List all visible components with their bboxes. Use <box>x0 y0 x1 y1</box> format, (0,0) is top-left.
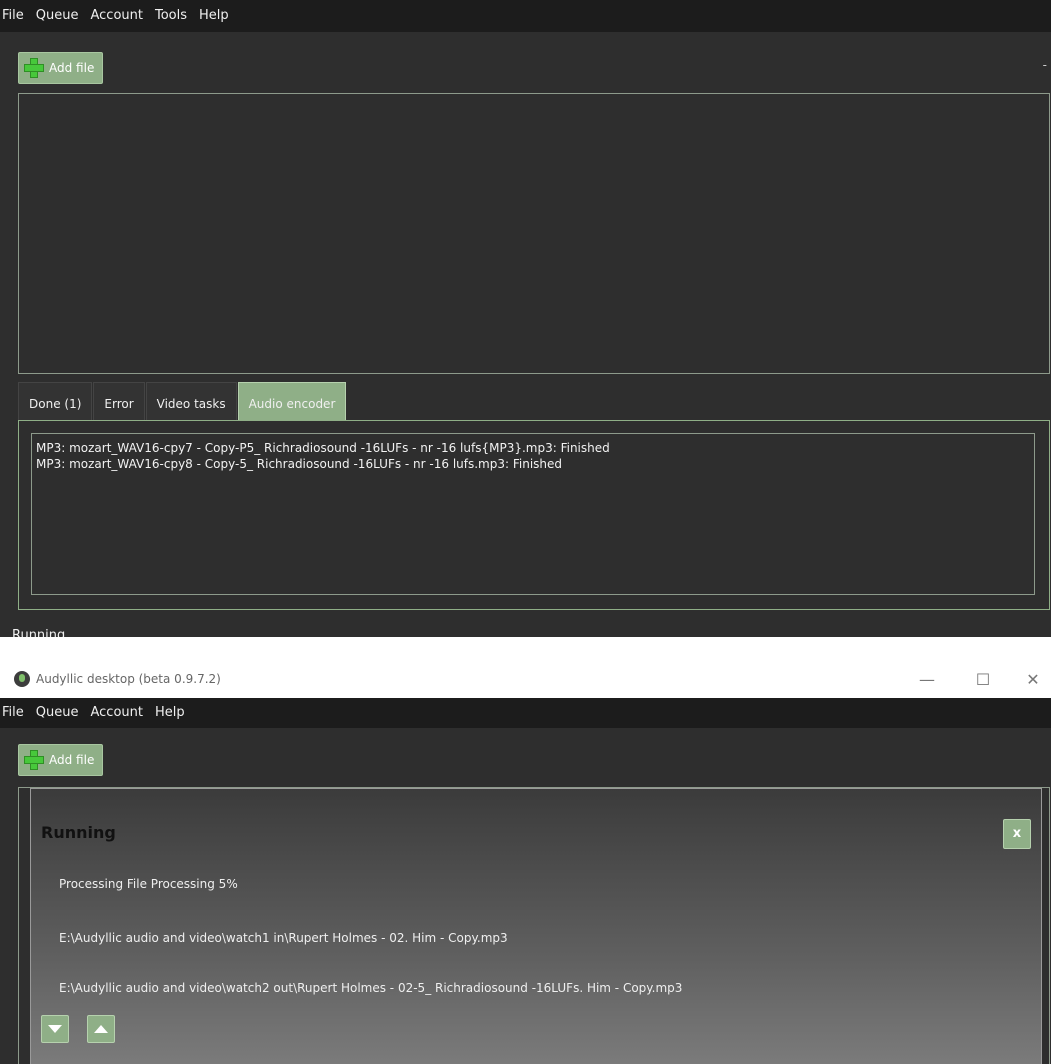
move-down-button[interactable] <box>41 1015 69 1043</box>
output-file-path: E:\Audyllic audio and video\watch2 out\R… <box>59 981 683 995</box>
move-up-button[interactable] <box>87 1015 115 1043</box>
menu-bar: File Queue Account Help <box>0 698 1051 728</box>
menu-help[interactable]: Help <box>193 0 235 32</box>
running-title: Running <box>41 823 116 842</box>
log-line: MP3: mozart_WAV16-cpy7 - Copy-P5_ Richra… <box>36 441 610 455</box>
title-bar: Audyllic desktop (beta 0.9.7.2) — ☐ ✕ <box>0 660 1051 698</box>
menu-queue[interactable]: Queue <box>30 0 85 32</box>
file-drop-area[interactable] <box>18 93 1050 374</box>
add-file-label: Add file <box>49 61 95 75</box>
tab-audio-encoder[interactable]: Audio encoder <box>237 382 347 421</box>
tab-video-tasks[interactable]: Video tasks <box>145 382 237 421</box>
close-window-button[interactable]: ✕ <box>1009 660 1051 698</box>
menu-tools[interactable]: Tools <box>149 0 193 32</box>
menu-account[interactable]: Account <box>84 0 149 32</box>
window-title: Audyllic desktop (beta 0.9.7.2) <box>36 672 221 686</box>
app-microphone-icon <box>14 671 30 687</box>
maximize-button[interactable]: ☐ <box>959 660 1007 698</box>
menu-file[interactable]: File <box>0 0 30 32</box>
menu-bar: File Queue Account Tools Help <box>0 0 1051 32</box>
tab-bar: Done (1) Error Video tasks Audio encoder <box>18 381 347 421</box>
add-file-button[interactable]: Add file <box>18 52 104 84</box>
minimize-button[interactable]: — <box>903 660 951 698</box>
arrow-up-icon <box>94 1025 108 1033</box>
tab-done[interactable]: Done (1) <box>18 382 93 421</box>
input-file-path: E:\Audyllic audio and video\watch1 in\Ru… <box>59 931 508 945</box>
plus-icon <box>23 749 45 771</box>
menu-help[interactable]: Help <box>149 697 191 729</box>
plus-icon <box>23 57 45 79</box>
menu-file[interactable]: File <box>0 697 30 729</box>
encoder-log[interactable]: MP3: mozart_WAV16-cpy7 - Copy-P5_ Richra… <box>31 433 1035 595</box>
menu-account[interactable]: Account <box>84 697 149 729</box>
tab-content-audio-encoder: MP3: mozart_WAV16-cpy7 - Copy-P5_ Richra… <box>18 420 1050 610</box>
add-file-button[interactable]: Add file <box>18 744 104 776</box>
status-text: Running <box>12 628 66 637</box>
app-window-secondary: Audyllic desktop (beta 0.9.7.2) — ☐ ✕ Fi… <box>0 660 1051 1064</box>
add-file-label: Add file <box>49 753 95 767</box>
processing-status: Processing File Processing 5% <box>59 877 238 891</box>
close-job-button[interactable]: x <box>1003 819 1031 849</box>
arrow-down-icon <box>48 1025 62 1033</box>
running-job-card: Running x Processing File Processing 5% … <box>30 788 1042 1064</box>
log-line: MP3: mozart_WAV16-cpy8 - Copy-5_ Richrad… <box>36 457 563 471</box>
collapse-toggle[interactable]: - <box>1043 58 1047 72</box>
app-window-main: File Queue Account Tools Help Add file -… <box>0 0 1051 637</box>
menu-queue[interactable]: Queue <box>30 697 85 729</box>
tab-error[interactable]: Error <box>93 382 145 421</box>
